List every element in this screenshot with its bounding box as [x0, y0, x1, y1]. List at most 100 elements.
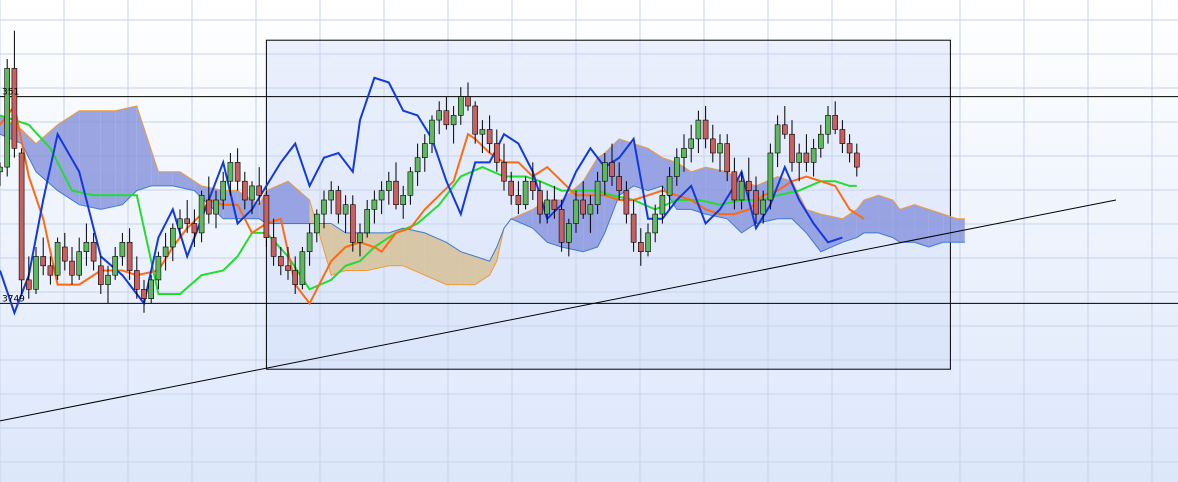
candle-body: [832, 115, 839, 130]
candle-body: [709, 138, 716, 154]
candle-body: [508, 180, 515, 196]
candle-bullish: [522, 176, 529, 210]
candle-body: [299, 251, 306, 285]
candle-body: [90, 242, 97, 262]
candle-body: [738, 180, 745, 201]
candle-body: [0, 166, 3, 173]
candle-body: [242, 180, 248, 201]
candle-body: [148, 279, 154, 299]
candle-bullish: [4, 59, 10, 177]
candle-body: [731, 171, 738, 201]
candle-body: [371, 199, 378, 210]
candle-body: [141, 288, 147, 299]
candle-body: [69, 260, 75, 276]
kumo-segment-bullish: [928, 209, 944, 247]
candle-body: [623, 190, 630, 215]
candle-body: [213, 199, 219, 215]
candle-body: [652, 213, 659, 234]
candle-body: [601, 162, 608, 182]
candle-body: [450, 115, 457, 126]
candle-body: [126, 242, 133, 271]
candle-body: [270, 237, 277, 257]
candle-body: [313, 213, 320, 234]
candle-body: [717, 143, 723, 154]
candle-body: [457, 96, 464, 116]
candle-body: [580, 199, 587, 215]
candle-body: [537, 190, 543, 215]
candle-body: [645, 232, 651, 252]
candle-body: [170, 227, 176, 248]
kumo-segment-bullish: [878, 195, 893, 238]
candle-body: [364, 209, 371, 234]
candle-body: [630, 213, 637, 243]
candle-body: [349, 204, 356, 243]
candle-body: [803, 152, 810, 163]
candle-body: [407, 171, 414, 196]
candle-bullish: [767, 143, 774, 210]
candle-body: [277, 256, 284, 267]
candle-body: [486, 129, 493, 144]
candle-body: [565, 223, 572, 243]
candle-body: [529, 180, 536, 191]
candle-body: [105, 274, 111, 285]
candle-body: [393, 180, 399, 205]
kumo-segment-bullish: [914, 204, 929, 247]
candle-body: [479, 129, 486, 135]
kumo-segment-bullish: [158, 171, 173, 186]
candle-body: [781, 124, 788, 135]
candle-body: [587, 204, 594, 215]
candle-body: [853, 152, 860, 168]
candle-body: [292, 270, 299, 285]
kumo-segment-bullish: [115, 109, 123, 207]
candle-body: [825, 115, 831, 135]
candle-bullish: [54, 237, 61, 280]
candle-body: [112, 256, 118, 276]
candle-body: [400, 195, 407, 206]
candle-body: [810, 148, 817, 163]
candle-body: [234, 162, 241, 182]
candle-body: [206, 199, 212, 215]
candle-body: [522, 180, 529, 205]
candle-body: [385, 180, 392, 191]
kumo-segment-bullish: [864, 195, 879, 233]
candle-body: [11, 68, 18, 149]
candle-body: [515, 195, 522, 206]
candle-body: [558, 209, 565, 243]
candle-body: [767, 152, 774, 201]
candle-body: [753, 190, 759, 215]
candle-body: [54, 242, 61, 276]
candle-bearish: [18, 148, 25, 294]
kumo-segment-bullish: [172, 171, 180, 188]
candle-body: [573, 199, 579, 224]
candle-body: [688, 138, 695, 149]
candle-body: [673, 157, 680, 177]
candle-body: [429, 119, 435, 144]
candle-body: [342, 204, 349, 215]
candle-body: [184, 218, 190, 224]
candle-body: [501, 162, 507, 182]
chart-root: 351 3749: [0, 0, 1178, 482]
candle-body: [25, 279, 32, 290]
candle-body: [594, 180, 601, 205]
candle-body: [249, 185, 255, 201]
candle-body: [472, 105, 479, 135]
candle-body: [134, 270, 140, 290]
candle-body: [702, 119, 709, 140]
candle-body: [155, 256, 162, 281]
candle-body: [724, 143, 731, 173]
candle-body: [681, 148, 687, 159]
candle-body: [285, 265, 291, 271]
candle-body: [33, 256, 39, 290]
candle-body: [335, 190, 342, 215]
candle-body: [551, 199, 558, 210]
candle-body: [789, 133, 795, 163]
ichimoku-candlestick-chart[interactable]: 351 3749: [0, 0, 1178, 482]
candle-bullish: [299, 247, 306, 290]
kumo-segment-bearish: [460, 251, 476, 285]
price-label: 351: [2, 88, 19, 98]
candle-body: [659, 195, 666, 215]
candle-body: [796, 152, 803, 163]
candle-body: [47, 265, 54, 276]
candle-body: [436, 110, 443, 121]
candle-body: [421, 143, 428, 159]
